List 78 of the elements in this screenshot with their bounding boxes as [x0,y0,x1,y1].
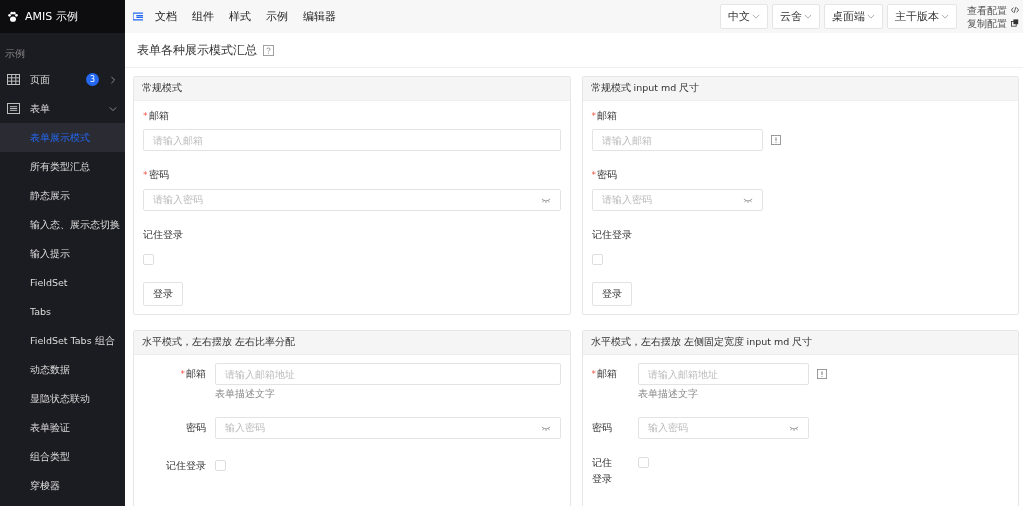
sidebar-item[interactable]: 所有类型汇总 [0,152,125,181]
info-icon[interactable] [770,135,781,145]
field-label: 邮箱 [148,109,169,123]
eye-icon[interactable] [742,197,753,203]
sidebar-item[interactable]: FieldSet [0,268,125,297]
nav-link[interactable]: 样式 [229,9,251,24]
help-icon[interactable] [263,44,274,56]
panel-title: 水平模式，左右摆放 左侧固定宽度 input md 尺寸 [590,336,813,349]
menu-icon[interactable] [133,12,143,21]
field-label: 密码 [597,168,617,182]
nav-link[interactable]: 示例 [266,9,288,24]
sidebar-item[interactable]: 表单验证 [0,413,125,442]
field-description: 表单描述文字 [637,387,699,401]
chevron-icon [109,104,117,113]
sidebar-item[interactable]: 穿梭器 [0,471,125,500]
caret-icon [804,14,812,19]
required-mark: * [591,369,596,379]
sidebar-group[interactable]: 表单 [0,94,125,123]
checkbox[interactable] [637,457,649,468]
chevron-icon [109,75,117,84]
panel-title: 水平模式，左右摆放 左右比率分配 [142,336,296,349]
field-label: 记住登录 [591,228,632,242]
eye-icon[interactable] [788,425,799,431]
field-label: 邮箱 [597,367,617,381]
info-icon[interactable] [816,369,827,379]
nav-link[interactable]: 编辑器 [303,9,336,24]
dropdown-button[interactable]: 桌面端 [824,4,883,29]
sidebar-item[interactable]: 输入态、展示态切换 [0,210,125,239]
sidebar-item[interactable]: FieldSet Tabs 组合 [0,326,125,355]
field-label: 密码 [186,421,206,435]
copy-icon [1011,19,1019,27]
login-button[interactable]: 登录 [143,282,183,306]
field-label: 记住登录 [591,456,613,486]
eye-icon[interactable] [540,425,551,431]
field-label: 记住登录 [143,228,183,242]
required-mark: * [591,170,596,180]
brand-name: AMIS 示例 [25,9,78,24]
sidebar-item[interactable]: 静态展示 [0,181,125,210]
sidebar-item[interactable]: 动态数据 [0,355,125,384]
sidebar-item[interactable]: 显隐状态联动 [0,384,125,413]
dropdown-button[interactable]: 中文 [720,4,768,29]
dropdown-button[interactable]: 主干版本 [887,4,957,29]
required-mark: * [591,111,596,121]
checkbox[interactable] [591,254,603,265]
field-label: 密码 [148,168,169,182]
caret-icon [867,14,875,19]
code-icon [1011,6,1019,14]
dropdown-button[interactable]: 云舍 [772,4,820,29]
required-mark: * [143,170,148,180]
paw-icon [7,10,19,23]
checkbox[interactable] [143,254,154,265]
field-label: 邮箱 [597,109,617,123]
field-label: 邮箱 [186,367,206,381]
config-link[interactable]: 查看配置 [967,3,1019,17]
panel-title: 常规模式 input md 尺寸 [590,82,700,95]
sidebar-item[interactable]: Tabs [0,297,125,326]
panel-title: 常规模式 [142,82,182,95]
checkbox[interactable] [215,460,226,471]
page-title: 表单各种展示模式汇总 [137,41,257,59]
section-label: 示例 [4,47,26,61]
caret-icon [752,14,760,19]
form-icon [7,103,20,114]
field-label: 密码 [591,421,612,435]
nav-link[interactable]: 组件 [192,9,214,24]
sidebar-item[interactable]: 组合类型 [0,442,125,471]
field-description: 表单描述文字 [215,387,276,401]
required-mark: * [143,111,148,121]
count-badge: 3 [86,73,99,86]
caret-icon [941,14,949,19]
required-mark: * [180,369,185,379]
sidebar-item[interactable]: 输入提示 [0,239,125,268]
grid-icon [7,74,20,85]
config-link[interactable]: 复制配置 [967,16,1019,30]
eye-icon[interactable] [540,197,551,203]
login-button[interactable]: 登录 [591,282,632,306]
sidebar-group[interactable]: 页面 3 [0,65,125,94]
field-label: 记住登录 [166,459,206,473]
nav-link[interactable]: 文档 [155,9,177,24]
